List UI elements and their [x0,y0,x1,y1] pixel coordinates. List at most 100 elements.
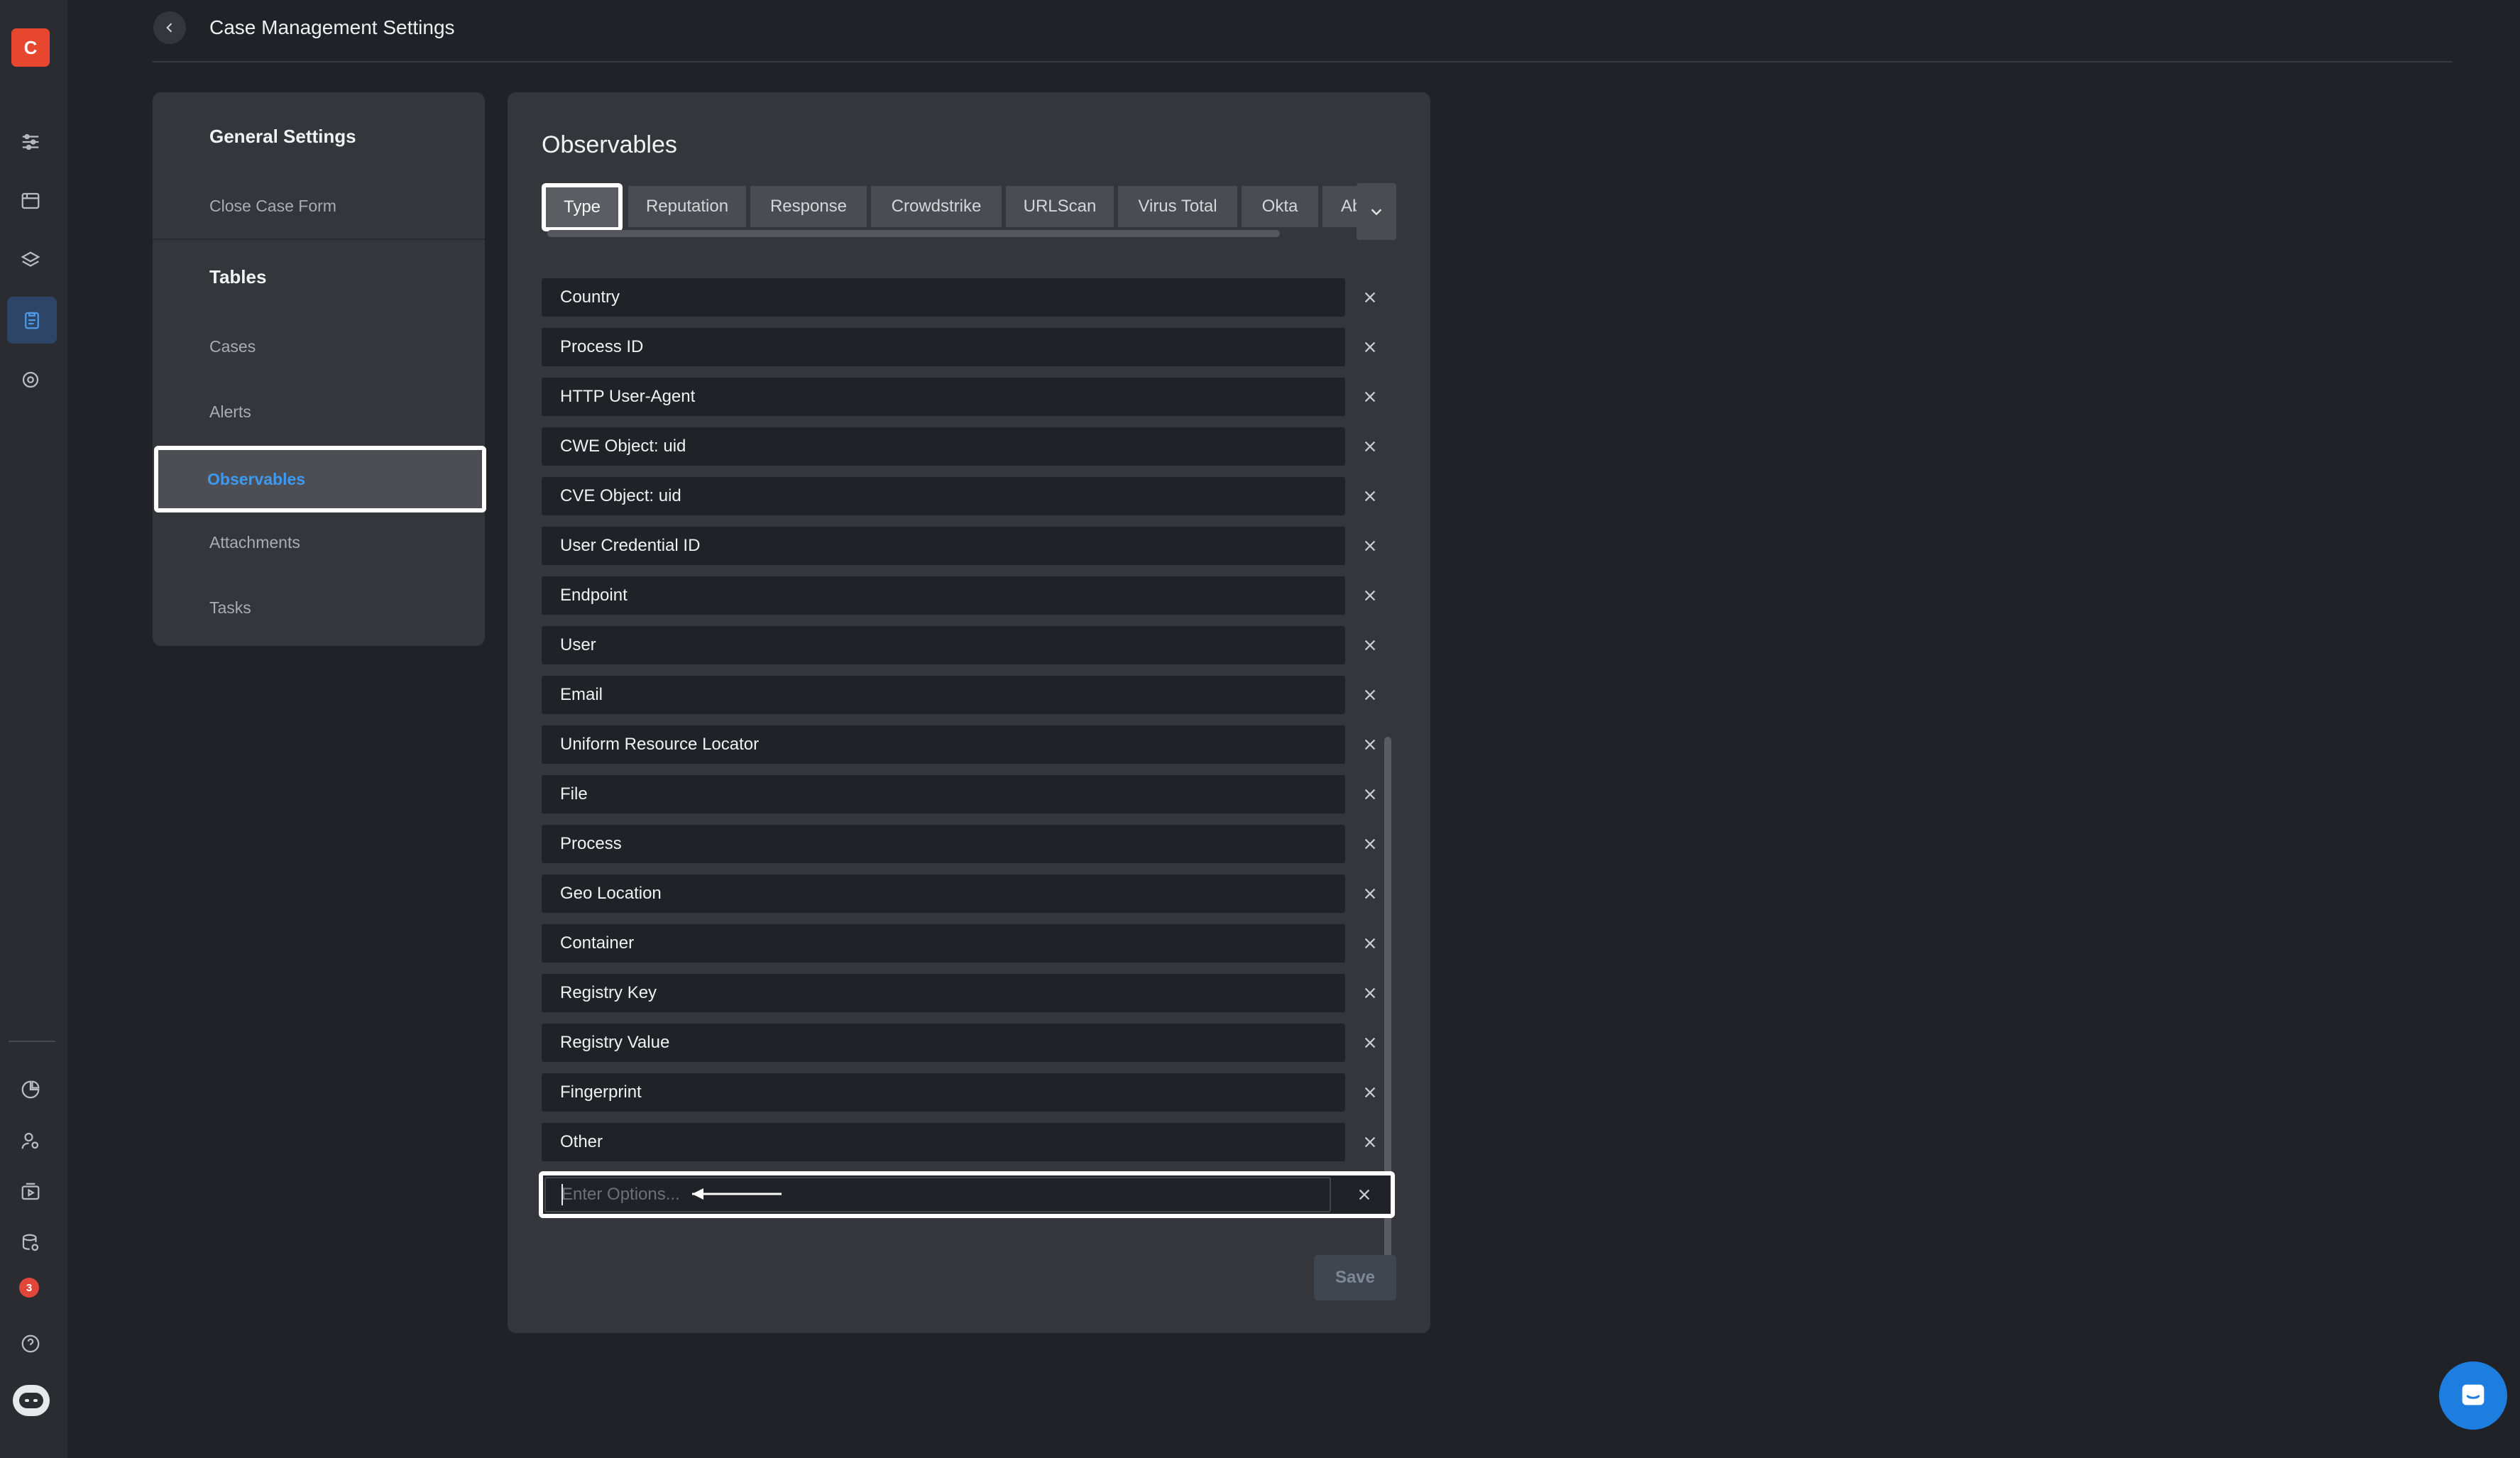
option-row: File [542,775,1415,813]
option-value[interactable]: Container [542,924,1345,963]
option-value[interactable]: Email [542,676,1345,714]
option-row: Fingerprint [542,1073,1415,1112]
option-row: Other [542,1123,1415,1161]
option-row: CWE Object: uid [542,427,1415,466]
remove-option-button[interactable] [1351,328,1389,366]
settings-icon[interactable] [13,362,48,398]
option-value[interactable]: Fingerprint [542,1073,1345,1112]
option-value[interactable]: File [542,775,1345,813]
remove-option-button[interactable] [1351,1123,1389,1161]
play-box-icon[interactable] [13,1174,48,1210]
option-value[interactable]: Geo Location [542,875,1345,913]
option-value[interactable]: Registry Key [542,974,1345,1012]
close-icon [1364,1087,1376,1098]
layers-icon[interactable] [13,243,48,278]
option-value[interactable]: CWE Object: uid [542,427,1345,466]
nav-tasks[interactable]: Tasks [153,575,485,640]
remove-option-button[interactable] [1351,427,1389,466]
close-icon [1364,540,1376,552]
option-value[interactable]: Registry Value [542,1024,1345,1062]
close-icon [1364,987,1376,999]
remove-option-button[interactable] [1351,477,1389,515]
option-value[interactable]: User [542,626,1345,664]
chat-launcher-button[interactable] [2439,1361,2507,1430]
close-icon [1359,1189,1370,1200]
window-icon[interactable] [13,183,48,219]
option-row: User [542,626,1415,664]
tab-urlscan[interactable]: URLScan [1006,186,1114,227]
close-icon [1364,640,1376,651]
database-icon[interactable] [13,1225,48,1261]
bot-icon[interactable] [13,1385,50,1416]
help-icon[interactable] [13,1326,48,1361]
remove-option-button[interactable] [1351,378,1389,416]
settings-nav: General Settings Close Case Form Tables … [153,92,486,646]
chevron-left-icon [166,23,172,33]
option-value[interactable]: HTTP User-Agent [542,378,1345,416]
tab-strip: Type Reputation Response Crowdstrike URL… [542,183,1365,233]
remove-option-button[interactable] [1351,1024,1389,1062]
tab-response[interactable]: Response [750,186,867,227]
option-value[interactable]: Country [542,278,1345,317]
remove-option-button[interactable] [1351,626,1389,664]
sliders-icon[interactable] [13,124,48,160]
remove-new-option-button[interactable] [1340,1175,1389,1214]
close-icon [1364,739,1376,750]
new-option-input[interactable] [544,1177,1331,1212]
remove-option-button[interactable] [1351,725,1389,764]
option-value[interactable]: Endpoint [542,576,1345,615]
remove-option-button[interactable] [1351,576,1389,615]
option-row: Process [542,825,1415,863]
nav-close-case-form[interactable]: Close Case Form [153,173,485,239]
tab-reputation[interactable]: Reputation [628,186,746,227]
option-row: User Credential ID [542,527,1415,565]
option-value[interactable]: Uniform Resource Locator [542,725,1345,764]
remove-option-button[interactable] [1351,676,1389,714]
left-rail: C 3 [0,0,67,1458]
save-button[interactable]: Save [1314,1255,1396,1300]
chat-icon [2462,1384,2485,1405]
tab-virus-total[interactable]: Virus Total [1118,186,1237,227]
close-icon [1364,391,1376,402]
rail-divider [9,1041,55,1042]
pie-chart-icon[interactable] [13,1072,48,1107]
clipboard-icon[interactable] [7,297,57,344]
tab-more-button[interactable] [1357,183,1396,240]
nav-cases[interactable]: Cases [153,314,485,379]
option-row: HTTP User-Agent [542,378,1415,416]
remove-option-button[interactable] [1351,1073,1389,1112]
user-settings-icon[interactable] [13,1123,48,1158]
back-button[interactable] [153,11,186,44]
nav-observables[interactable]: Observables [154,446,486,513]
brand-logo[interactable]: C [11,28,50,67]
option-value[interactable]: User Credential ID [542,527,1345,565]
notification-badge: 3 [19,1278,39,1298]
remove-option-button[interactable] [1351,527,1389,565]
remove-option-button[interactable] [1351,825,1389,863]
close-icon [1364,838,1376,850]
option-value[interactable]: Process ID [542,328,1345,366]
page-title: Case Management Settings [209,16,455,38]
nav-alerts[interactable]: Alerts [153,379,485,444]
nav-general-settings[interactable]: General Settings [153,104,485,169]
remove-option-button[interactable] [1351,775,1389,813]
nav-tables: Tables [209,265,267,287]
tab-okta[interactable]: Okta [1242,186,1318,227]
close-icon [1364,888,1376,899]
option-row: Process ID [542,328,1415,366]
close-icon [1364,1037,1376,1048]
option-value[interactable]: Other [542,1123,1345,1161]
tab-crowdstrike[interactable]: Crowdstrike [871,186,1002,227]
remove-option-button[interactable] [1351,974,1389,1012]
remove-option-button[interactable] [1351,875,1389,913]
close-icon [1364,341,1376,353]
nav-divider [153,239,485,240]
nav-attachments[interactable]: Attachments [153,510,485,575]
remove-option-button[interactable] [1351,924,1389,963]
option-value[interactable]: CVE Object: uid [542,477,1345,515]
remove-option-button[interactable] [1351,278,1389,317]
option-row: Uniform Resource Locator [542,725,1415,764]
option-value[interactable]: Process [542,825,1345,863]
tab-type[interactable]: Type [542,183,623,231]
tab-scrollbar[interactable] [547,230,1280,237]
